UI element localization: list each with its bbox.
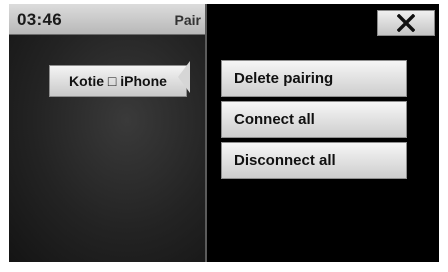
selection-pointer-arrow — [178, 61, 190, 93]
options-menu-panel: Delete pairing Connect all Disconnect al… — [207, 4, 439, 262]
screen-title: Pair — [174, 12, 201, 28]
connect-all-button[interactable]: Connect all — [221, 101, 407, 138]
clock: 03:46 — [17, 10, 62, 29]
close-icon — [397, 14, 415, 32]
delete-pairing-button[interactable]: Delete pairing — [221, 60, 407, 97]
disconnect-all-button[interactable]: Disconnect all — [221, 142, 407, 179]
bezel-right — [439, 0, 448, 272]
status-bar: 03:46 Pair — [9, 4, 205, 35]
device-list-item[interactable]: Kotie □ iPhone — [49, 65, 187, 97]
device-list-panel: 03:46 Pair Kotie □ iPhone — [9, 4, 205, 262]
display-screen: 03:46 Pair Kotie □ iPhone Delete pairing… — [0, 0, 448, 272]
bezel-left — [0, 0, 9, 272]
close-button[interactable] — [377, 10, 435, 36]
bezel-bottom — [0, 262, 448, 272]
